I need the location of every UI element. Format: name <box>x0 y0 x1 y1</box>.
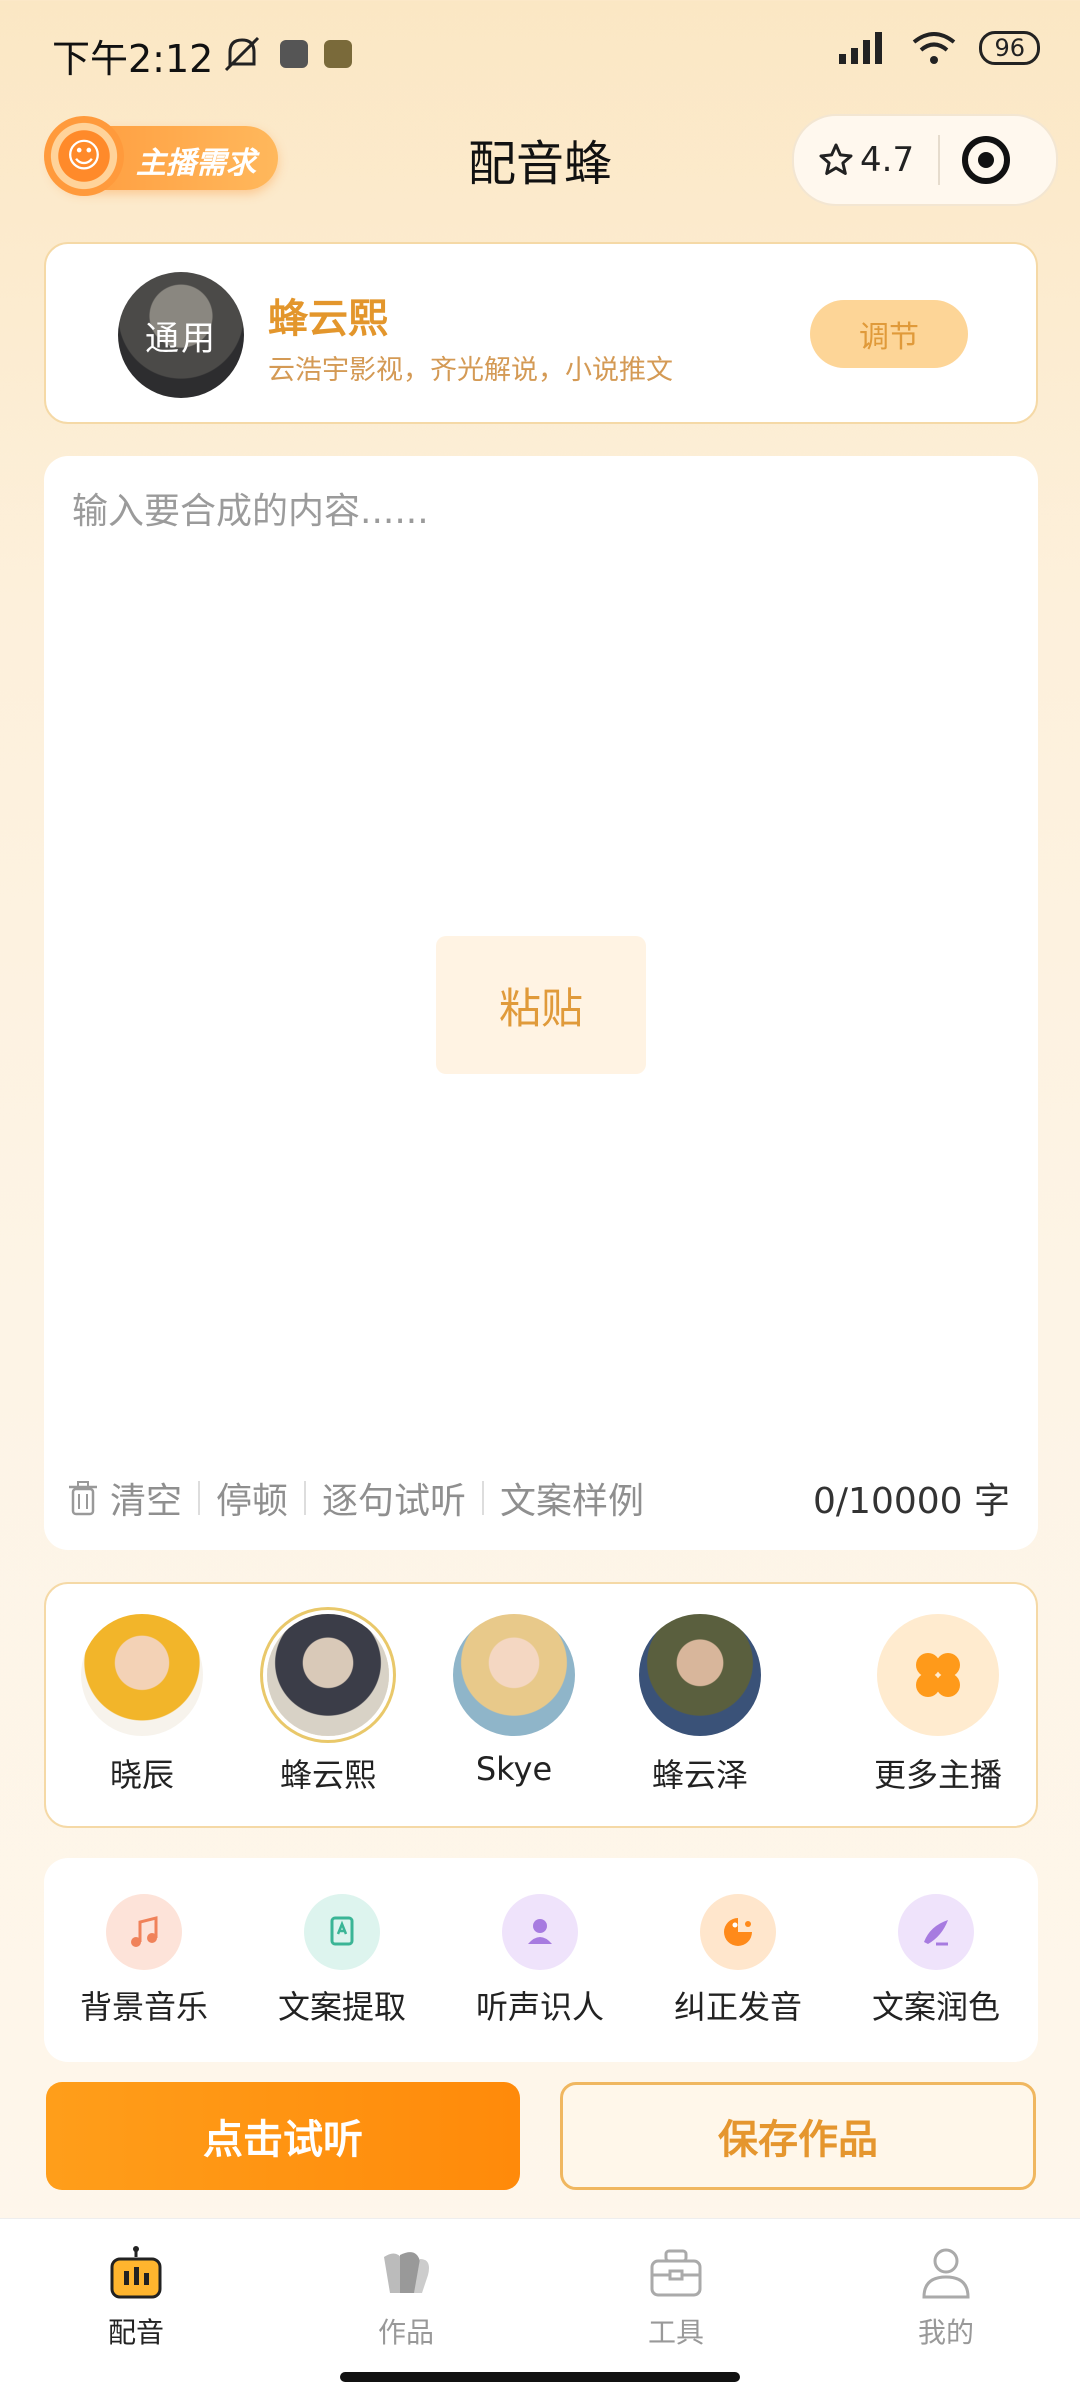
works-icon <box>384 2252 429 2293</box>
home-indicator[interactable] <box>340 2372 740 2382</box>
clear-button[interactable]: 清空 <box>110 1472 182 1524</box>
clover-icon <box>877 1614 999 1736</box>
feature-text-polish[interactable]: 文案润色 <box>846 1894 1026 2028</box>
signal-icon <box>839 32 883 64</box>
app-notification-icon <box>324 40 352 68</box>
user-icon <box>922 2248 970 2299</box>
nav-label: 工具 <box>647 2316 704 2349</box>
trash-icon[interactable] <box>68 1480 98 1516</box>
paste-button[interactable]: 粘贴 <box>436 936 646 1074</box>
anchor-item[interactable]: 蜂云泽 <box>630 1614 770 1796</box>
char-counter: 0/10000 字 <box>813 1481 1010 1522</box>
feature-voice-identify[interactable]: 听声识人 <box>450 1894 630 2028</box>
status-time: 下午2:12 <box>52 37 214 81</box>
text-placeholder: 输入要合成的内容...... <box>72 491 429 532</box>
more-anchors-label: 更多主播 <box>873 1756 1002 1794</box>
feature-toolbar: 背景音乐 文案提取 听声识人 纠正发音 文案润色 <box>44 1858 1038 2062</box>
editor-toolbar: 清空 停顿 逐句试听 文案样例 <box>68 1472 644 1524</box>
rating-value: 4.7 <box>860 140 915 180</box>
status-system-icons: 96 <box>835 30 1040 66</box>
more-anchors-button[interactable]: 更多主播 <box>868 1614 1008 1796</box>
nav-tools[interactable]: 工具 <box>606 2245 746 2351</box>
sentence-preview-button[interactable]: 逐句试听 <box>322 1472 466 1524</box>
anchor-name: 蜂云熙 <box>279 1756 376 1794</box>
anchor-name: 晓辰 <box>109 1756 174 1794</box>
anchor-name: Skye <box>475 1750 553 1788</box>
nav-label: 作品 <box>377 2316 434 2349</box>
nav-label: 我的 <box>917 2316 974 2349</box>
feature-label: 听声识人 <box>475 1988 604 2026</box>
feature-label: 文案润色 <box>871 1988 1000 2026</box>
save-work-button[interactable]: 保存作品 <box>560 2082 1036 2190</box>
mini-program-capsule: 4.7 <box>792 114 1058 206</box>
toolbar-divider <box>482 1481 485 1515</box>
star-icon <box>819 143 853 175</box>
sample-text-button[interactable]: 文案样例 <box>500 1472 644 1524</box>
wifi-icon <box>913 32 956 64</box>
adjust-button[interactable]: 调节 <box>810 300 968 368</box>
document-extract-icon <box>304 1894 380 1970</box>
anchor-item[interactable]: 晓辰 <box>72 1614 212 1796</box>
voice-name: 蜂云熙 <box>268 296 388 342</box>
nav-profile[interactable]: 我的 <box>876 2245 1016 2351</box>
brush-icon <box>898 1894 974 1970</box>
toolbar-divider <box>198 1481 201 1515</box>
feature-pronunciation[interactable]: 纠正发音 <box>648 1894 828 2028</box>
target-icon[interactable] <box>962 136 1010 184</box>
anchor-avatar <box>639 1614 761 1736</box>
pause-button[interactable]: 停顿 <box>216 1472 288 1524</box>
capsule-divider <box>938 135 940 185</box>
feature-label: 背景音乐 <box>79 1988 208 2026</box>
status-notification-icons <box>220 34 352 74</box>
anchor-item[interactable]: Skye <box>444 1614 584 1788</box>
anchor-item[interactable]: 蜂云熙 <box>258 1614 398 1796</box>
nav-dubbing[interactable]: 配音 <box>66 2245 206 2351</box>
feature-label: 文案提取 <box>277 1988 406 2026</box>
person-voice-icon <box>502 1894 578 1970</box>
listen-button[interactable]: 点击试听 <box>46 2082 520 2190</box>
feature-text-extract[interactable]: 文案提取 <box>252 1894 432 2028</box>
robot-icon <box>110 2246 162 2299</box>
battery-indicator: 96 <box>979 31 1040 65</box>
feature-background-music[interactable]: 背景音乐 <box>54 1894 234 2028</box>
toolbar-divider <box>304 1481 307 1515</box>
text-input-area[interactable]: 输入要合成的内容...... 粘贴 清空 停顿 逐句试听 文案样例 0/1000… <box>44 456 1038 1550</box>
anchor-selector: 晓辰 蜂云熙 Skye 蜂云泽 更多主播 <box>44 1582 1038 1828</box>
feature-label: 纠正发音 <box>673 1988 802 2026</box>
music-note-icon <box>106 1894 182 1970</box>
current-voice-card[interactable]: 通用 蜂云熙 云浩宇影视，齐光解说，小说推文 调节 <box>44 242 1038 424</box>
anchor-avatar <box>267 1614 389 1736</box>
nav-label: 配音 <box>107 2316 164 2349</box>
voice-avatar: 通用 <box>118 272 244 398</box>
mute-bell-icon <box>224 36 260 72</box>
anchor-avatar <box>453 1614 575 1736</box>
app-notification-icon <box>280 40 308 68</box>
toolbox-icon <box>650 2249 702 2297</box>
anchor-avatar <box>81 1614 203 1736</box>
avatar-tag: 通用 <box>145 318 217 359</box>
pronunciation-icon <box>700 1894 776 1970</box>
rating-button[interactable]: 4.7 <box>794 140 928 180</box>
anchor-name: 蜂云泽 <box>651 1756 748 1794</box>
voice-description: 云浩宇影视，齐光解说，小说推文 <box>268 355 673 386</box>
nav-works[interactable]: 作品 <box>336 2245 476 2351</box>
